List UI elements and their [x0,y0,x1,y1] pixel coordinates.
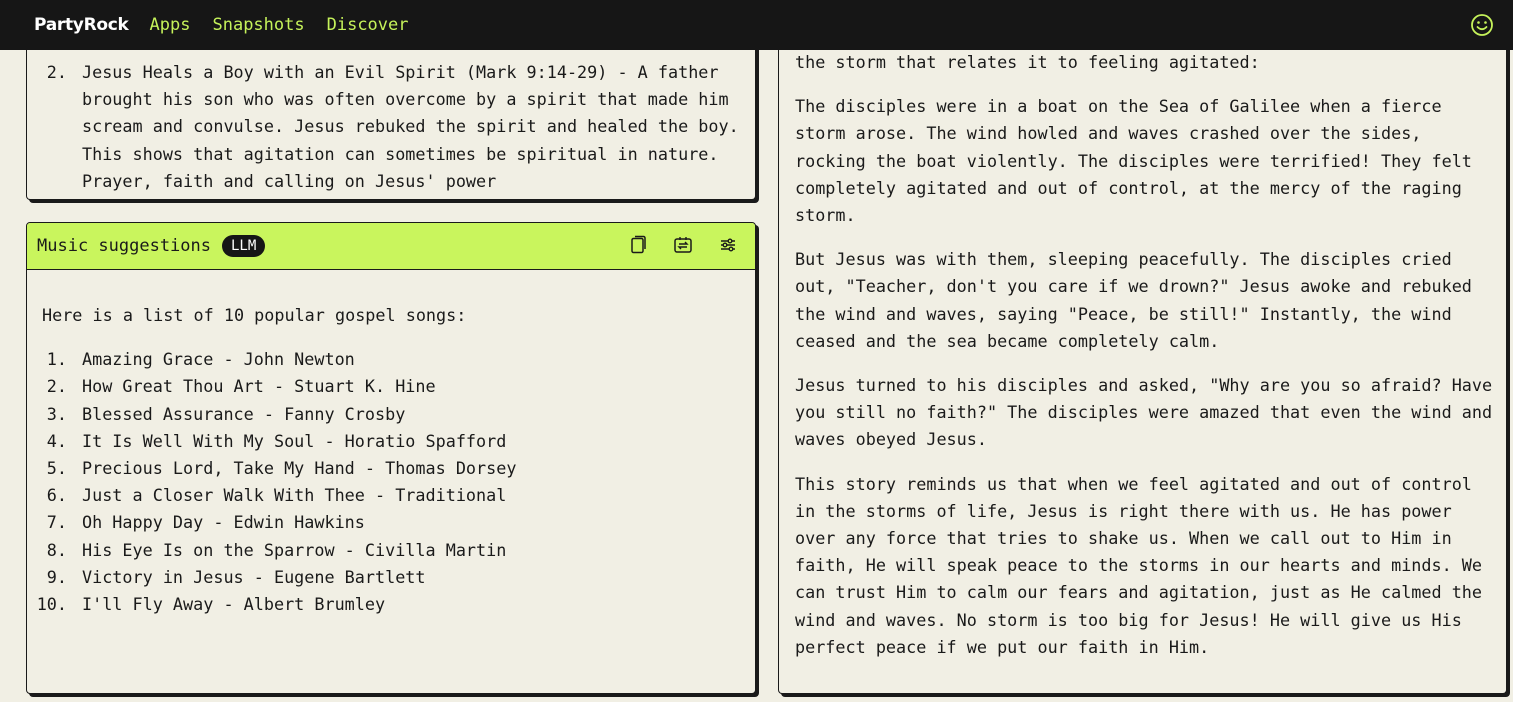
list-item: 3. Blessed Assurance - Fanny Crosby [46,403,406,424]
remix-icon[interactable] [673,235,693,255]
smiley-icon[interactable] [1470,13,1494,37]
copy-icon[interactable] [628,235,648,255]
list-item: 9. Victory in Jesus - Eugene Bartlett [46,566,426,587]
list-item: 1. Amazing Grace - John Newton [46,349,355,370]
panel-body[interactable]: Here is a list of 10 popular gospel song… [37,302,742,618]
top-nav: PartyRock Apps Snapshots Discover [0,0,1513,50]
story-paragraph: Jesus turned to his disciples and asked,… [795,375,1493,450]
panel-header: Music suggestions LLM [27,223,755,270]
intro-text: Here is a list of 10 popular gospel song… [42,305,467,325]
list-item: 4. It Is Well With My Soul - Horatio Spaf… [46,430,507,451]
list-item: 10. I'll Fly Away - Albert Brumley [36,594,386,615]
music-suggestions-panel: Music suggestions LLM Here is a list of … [26,222,756,694]
list-item: 7. Oh Happy Day - Edwin Hawkins [46,512,365,533]
story-paragraph: This story reminds us that when we feel … [795,473,1483,657]
story-panel[interactable]: the storm that relates it to feeling agi… [778,30,1507,694]
list-item: 5. Precious Lord, Take My Hand - Thomas D… [46,458,517,479]
llm-badge: LLM [222,235,266,257]
list-item: 2. Jesus Heals a Boy with an Evil Spirit… [27,59,742,195]
panel-body: the storm that relates it to feeling agi… [795,49,1495,678]
list-item: 6. Just a Closer Walk With Thee - Traditi… [46,485,507,506]
scripture-panel[interactable]: 2. Jesus Heals a Boy with an Evil Spirit… [26,30,756,200]
story-paragraph: But Jesus was with them, sleeping peacef… [795,249,1472,351]
list-item: 8. His Eye Is on the Sparrow - Civilla Ma… [46,539,507,560]
song-list: 1. Amazing Grace - John Newton 2. How Grea… [37,346,742,618]
brand-logo[interactable]: PartyRock [34,15,129,35]
panel-title: Music suggestions [37,236,211,256]
list-item: 2. How Great Thou Art - Stuart K. Hine [46,376,436,397]
story-paragraph: The disciples were in a boat on the Sea … [795,96,1472,226]
nav-link-snapshots[interactable]: Snapshots [212,15,304,35]
list-item-text: Jesus Heals a Boy with an Evil Spirit (M… [82,62,739,191]
nav-link-discover[interactable]: Discover [327,15,409,35]
nav-link-apps[interactable]: Apps [150,15,191,35]
settings-sliders-icon[interactable] [718,235,738,255]
story-paragraph: the storm that relates it to feeling agi… [795,52,1260,72]
